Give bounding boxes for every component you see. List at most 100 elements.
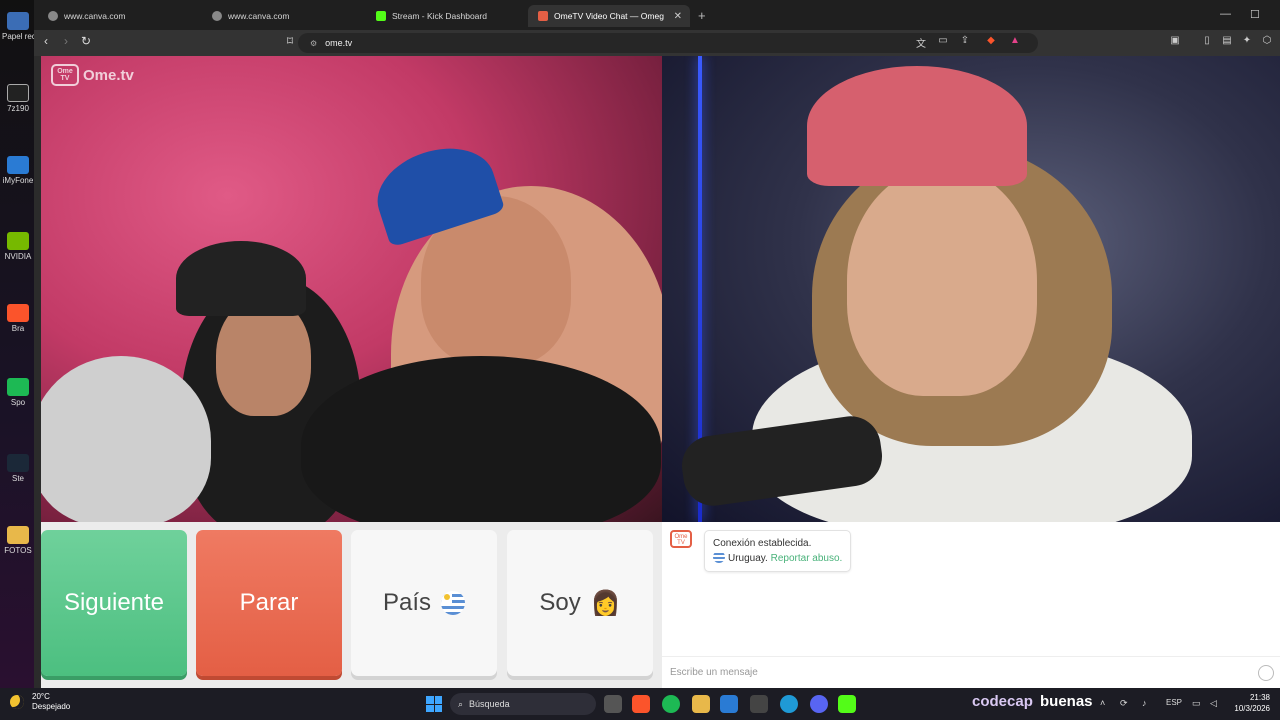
- language-indicator[interactable]: ESP: [1166, 698, 1182, 707]
- mail-icon[interactable]: [720, 695, 738, 713]
- browser-toolbar: ‹ › ↻ ⌑ ⚙ ome.tv 文 ▭ ⇪ ◆ ▲ ▣ ▯ ▤ ✦ ⬡: [34, 30, 1280, 56]
- tab-canva-1[interactable]: www.canva.com: [38, 5, 200, 27]
- bookmark-icon[interactable]: ⌑: [282, 34, 298, 48]
- tab-canva-2[interactable]: www.canva.com: [202, 5, 364, 27]
- tray-overflow-icon[interactable]: ˄: [1100, 698, 1105, 708]
- stop-button[interactable]: Parar: [196, 530, 342, 676]
- search-label: Búsqueda: [469, 699, 510, 709]
- ometv-page: Ome TV Ome.tv Siguiente Parar País Soy 👩 …: [41, 56, 1280, 688]
- tab-favicon: [212, 11, 222, 21]
- ometv-logo-text: Ome.tv: [83, 66, 134, 84]
- country-label: País: [382, 589, 432, 616]
- share-icon[interactable]: ⇪: [958, 35, 972, 46]
- task-view-icon[interactable]: [604, 695, 622, 713]
- tab-kick-dashboard[interactable]: Stream - Kick Dashboard: [366, 5, 528, 27]
- system-clock[interactable]: 21:38 10/3/2026: [1230, 692, 1270, 714]
- cast-icon[interactable]: ▭: [936, 35, 950, 46]
- desktop-icon-recycle-bin[interactable]: Papel recic: [2, 12, 34, 41]
- reader-mode-icon[interactable]: ▣: [1168, 35, 1182, 46]
- next-label: Siguiente: [63, 589, 165, 616]
- minimize-button[interactable]: —: [1220, 8, 1231, 20]
- system-message: Conexión establecida. Uruguay. Reportar …: [704, 530, 852, 572]
- overlay-brand-text-2: buenas: [1040, 693, 1093, 710]
- message-input[interactable]: Escribe un mensaje: [662, 656, 1280, 688]
- partner-country-name: Uruguay.: [728, 553, 768, 564]
- tab-label: www.canva.com: [64, 11, 126, 21]
- weather-widget[interactable]: 20°C Despejado: [10, 692, 70, 712]
- desktop-icon-brave[interactable]: Bra: [2, 304, 34, 333]
- desktop-icon-steam[interactable]: Ste: [2, 454, 34, 483]
- new-tab-button[interactable]: +: [698, 8, 706, 23]
- ometv-favicon: [538, 11, 548, 21]
- overlay-brand-text: codecap: [972, 693, 1033, 710]
- desktop-icon-nvidia[interactable]: NVIDIA: [2, 232, 34, 261]
- ometv-avatar-icon: Ome TV: [670, 530, 692, 548]
- maximize-button[interactable]: ☐: [1250, 8, 1260, 21]
- sync-icon[interactable]: ⟳: [1120, 698, 1128, 709]
- remote-video-feed: Ome TV Ome.tv: [41, 56, 662, 522]
- control-panel: Siguiente Parar País Soy 👩: [41, 522, 662, 688]
- edge-icon[interactable]: [780, 695, 798, 713]
- moon-icon: [10, 695, 24, 709]
- video-figure-cap: [176, 241, 306, 316]
- tab-label: www.canva.com: [228, 11, 290, 21]
- forward-button[interactable]: ›: [58, 34, 74, 48]
- connection-status: Conexión establecida.: [713, 538, 812, 549]
- weather-desc: Despejado: [32, 702, 71, 711]
- next-button[interactable]: Siguiente: [41, 530, 187, 676]
- file-explorer-icon[interactable]: [692, 695, 710, 713]
- video-figure-shirt: [301, 356, 661, 522]
- brave-shields-icon[interactable]: ◆: [984, 35, 998, 46]
- site-info-icon[interactable]: ⚙: [310, 39, 317, 48]
- wallet-icon[interactable]: ▤: [1220, 35, 1234, 46]
- brave-taskbar-icon[interactable]: [632, 695, 650, 713]
- ometv-logo-icon: Ome TV: [51, 64, 79, 86]
- country-button[interactable]: País: [351, 530, 497, 676]
- gender-button[interactable]: Soy 👩: [507, 530, 653, 676]
- weather-text: 20°C Despejado: [32, 692, 70, 712]
- store-icon[interactable]: [750, 695, 768, 713]
- close-tab-icon[interactable]: ✕: [674, 11, 682, 22]
- tab-bar: www.canva.com www.canva.com Stream - Kic…: [34, 0, 1280, 30]
- video-figure-cap: [807, 66, 1027, 186]
- partner-country: Uruguay. Reportar abuso.: [713, 551, 842, 566]
- girl-emoji-icon: 👩: [590, 589, 621, 617]
- video-figure: [41, 356, 211, 522]
- taskbar-search[interactable]: ⌕ Búsqueda: [450, 693, 596, 715]
- clock-time: 21:38: [1249, 693, 1270, 702]
- leo-ai-icon[interactable]: ✦: [1240, 35, 1254, 46]
- uruguay-flag-icon: [713, 551, 725, 563]
- vpn-icon[interactable]: ⬡: [1260, 35, 1274, 46]
- tab-favicon: [48, 11, 58, 21]
- weather-temp: 20°C: [32, 692, 50, 701]
- report-abuse-link[interactable]: Reportar abuso.: [771, 553, 843, 564]
- search-icon: ⌕: [458, 698, 464, 709]
- desktop-icon-imyfone[interactable]: iMyFone: [2, 156, 34, 185]
- windows-taskbar: 20°C Despejado ⌕ Búsqueda codecap buenas …: [0, 688, 1280, 720]
- desktop-icon-spotify[interactable]: Spo: [2, 378, 34, 407]
- translate-icon[interactable]: 文: [914, 35, 928, 50]
- video-figure-face: [847, 166, 1037, 396]
- gender-label: Soy: [539, 589, 581, 616]
- brave-rewards-icon[interactable]: ▲: [1008, 35, 1022, 46]
- kick-app-icon[interactable]: [838, 695, 856, 713]
- back-button[interactable]: ‹: [38, 34, 54, 48]
- sidebar-icon[interactable]: ▯: [1200, 35, 1214, 46]
- network-icon[interactable]: ▭: [1192, 698, 1201, 709]
- desktop-icon-7zip[interactable]: 7z190: [2, 84, 34, 113]
- stop-label: Parar: [239, 589, 299, 616]
- ometv-logo[interactable]: Ome TV Ome.tv: [51, 64, 134, 86]
- reload-button[interactable]: ↻: [78, 34, 94, 48]
- desktop-icon-fotos-folder[interactable]: FOTOS: [2, 526, 34, 555]
- browser-window: www.canva.com www.canva.com Stream - Kic…: [34, 0, 1280, 688]
- discord-icon[interactable]: [810, 695, 828, 713]
- tab-ometv[interactable]: OmeTV Video Chat — Omeg ✕: [528, 5, 690, 27]
- message-placeholder: Escribe un mensaje: [670, 667, 758, 678]
- emoji-picker-icon[interactable]: [1258, 665, 1274, 681]
- volume-icon[interactable]: ◁: [1210, 698, 1217, 709]
- microphone-icon[interactable]: ♪: [1142, 698, 1147, 708]
- spotify-taskbar-icon[interactable]: [662, 695, 680, 713]
- start-button[interactable]: [426, 696, 442, 712]
- url-text: ome.tv: [325, 38, 353, 48]
- tab-label: Stream - Kick Dashboard: [392, 11, 487, 21]
